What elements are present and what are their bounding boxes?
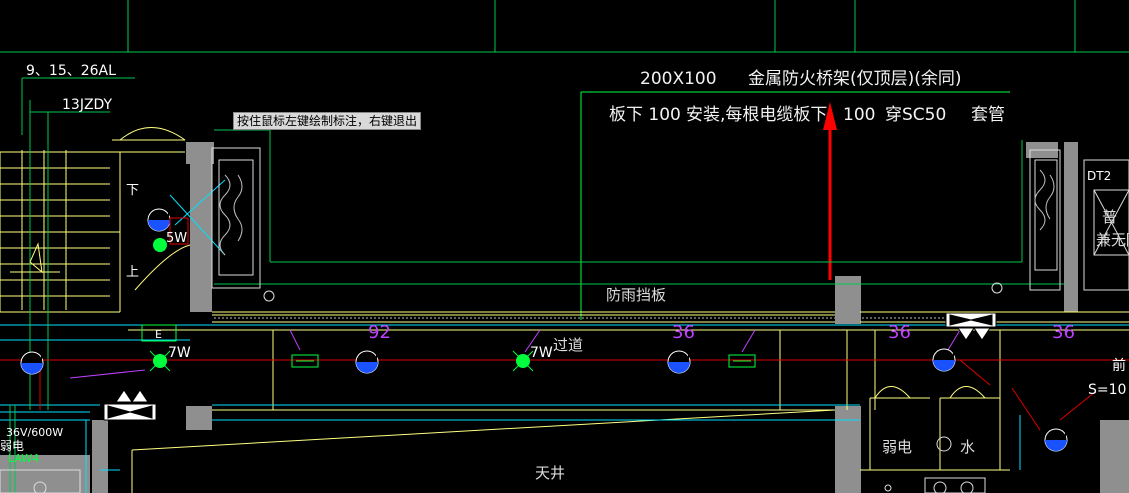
annotation-desc: 金属防火桥架(仅顶层)(余同) [748, 69, 962, 89]
right-sign2-label: 兼无障 [1096, 231, 1129, 249]
e-box-label: E [155, 328, 162, 341]
cursor-tooltip: 按住鼠标左键绘制标注，右键退出 [233, 112, 422, 130]
water-symbol [936, 436, 952, 452]
rating-label: 36V/600W [6, 426, 63, 439]
courtyard-label: 天井 [535, 464, 565, 482]
power-7w-label-b: 7W [530, 345, 553, 361]
lamp-rays [149, 350, 534, 372]
left-bottom-label: 弱电 [0, 439, 24, 453]
panel-label: 13JZDY [62, 97, 113, 113]
water-label: 水 [960, 438, 975, 456]
magenta-leaders [69, 329, 961, 379]
annotation-line2-c: 100 [843, 105, 875, 125]
hw-label: HW [671, 353, 690, 364]
number-92: 92 [368, 322, 391, 343]
rain-board-label: 防雨挡板 [606, 286, 666, 304]
number-36-b: 36 [888, 322, 911, 343]
stair-up-label: 上 [126, 265, 139, 280]
grid-lines [0, 0, 1129, 53]
dt2-label: DT2 [1087, 169, 1111, 183]
number-36-a: 36 [672, 322, 695, 343]
dampers [103, 312, 997, 421]
annotation-line2-a: 板下 100 [609, 105, 681, 125]
annotation-line2-d: 穿SC50 [885, 105, 946, 125]
hw-label: HW [1048, 431, 1067, 442]
shaft-scribbles [219, 169, 1055, 256]
s-value-label: S=10 [1088, 382, 1126, 398]
right-sign-label: 普 [1102, 208, 1117, 226]
annotation-size: 200X100 [640, 69, 717, 89]
number-36-c: 36 [1052, 322, 1075, 343]
hw-label: HW [151, 211, 170, 222]
power-7w-label-a: 7W [168, 345, 191, 361]
annotation-line2-e: 套管 [971, 105, 1005, 125]
law-label: LAW4 [8, 452, 39, 465]
hw-label: HW [936, 351, 955, 362]
annotation-line2-b: 安装,每根电缆板下 [686, 105, 827, 125]
circuit-label: 9、15、26AL [26, 63, 116, 79]
power-5w-label: 5W [166, 231, 187, 246]
right-front-label: 前 [1112, 357, 1126, 374]
corridor-label: 过道 [553, 336, 583, 354]
red-arrow [823, 102, 837, 280]
hw-label: HW [359, 353, 378, 364]
hw-label: HW [24, 354, 43, 365]
stair-down-label: 下 [126, 183, 139, 198]
weak-current-label: 弱电 [882, 438, 912, 456]
cad-drawing: 200X100 金属防火桥架(仅顶层)(余同) 板下 100 安装,每根电缆板下… [0, 0, 1129, 493]
